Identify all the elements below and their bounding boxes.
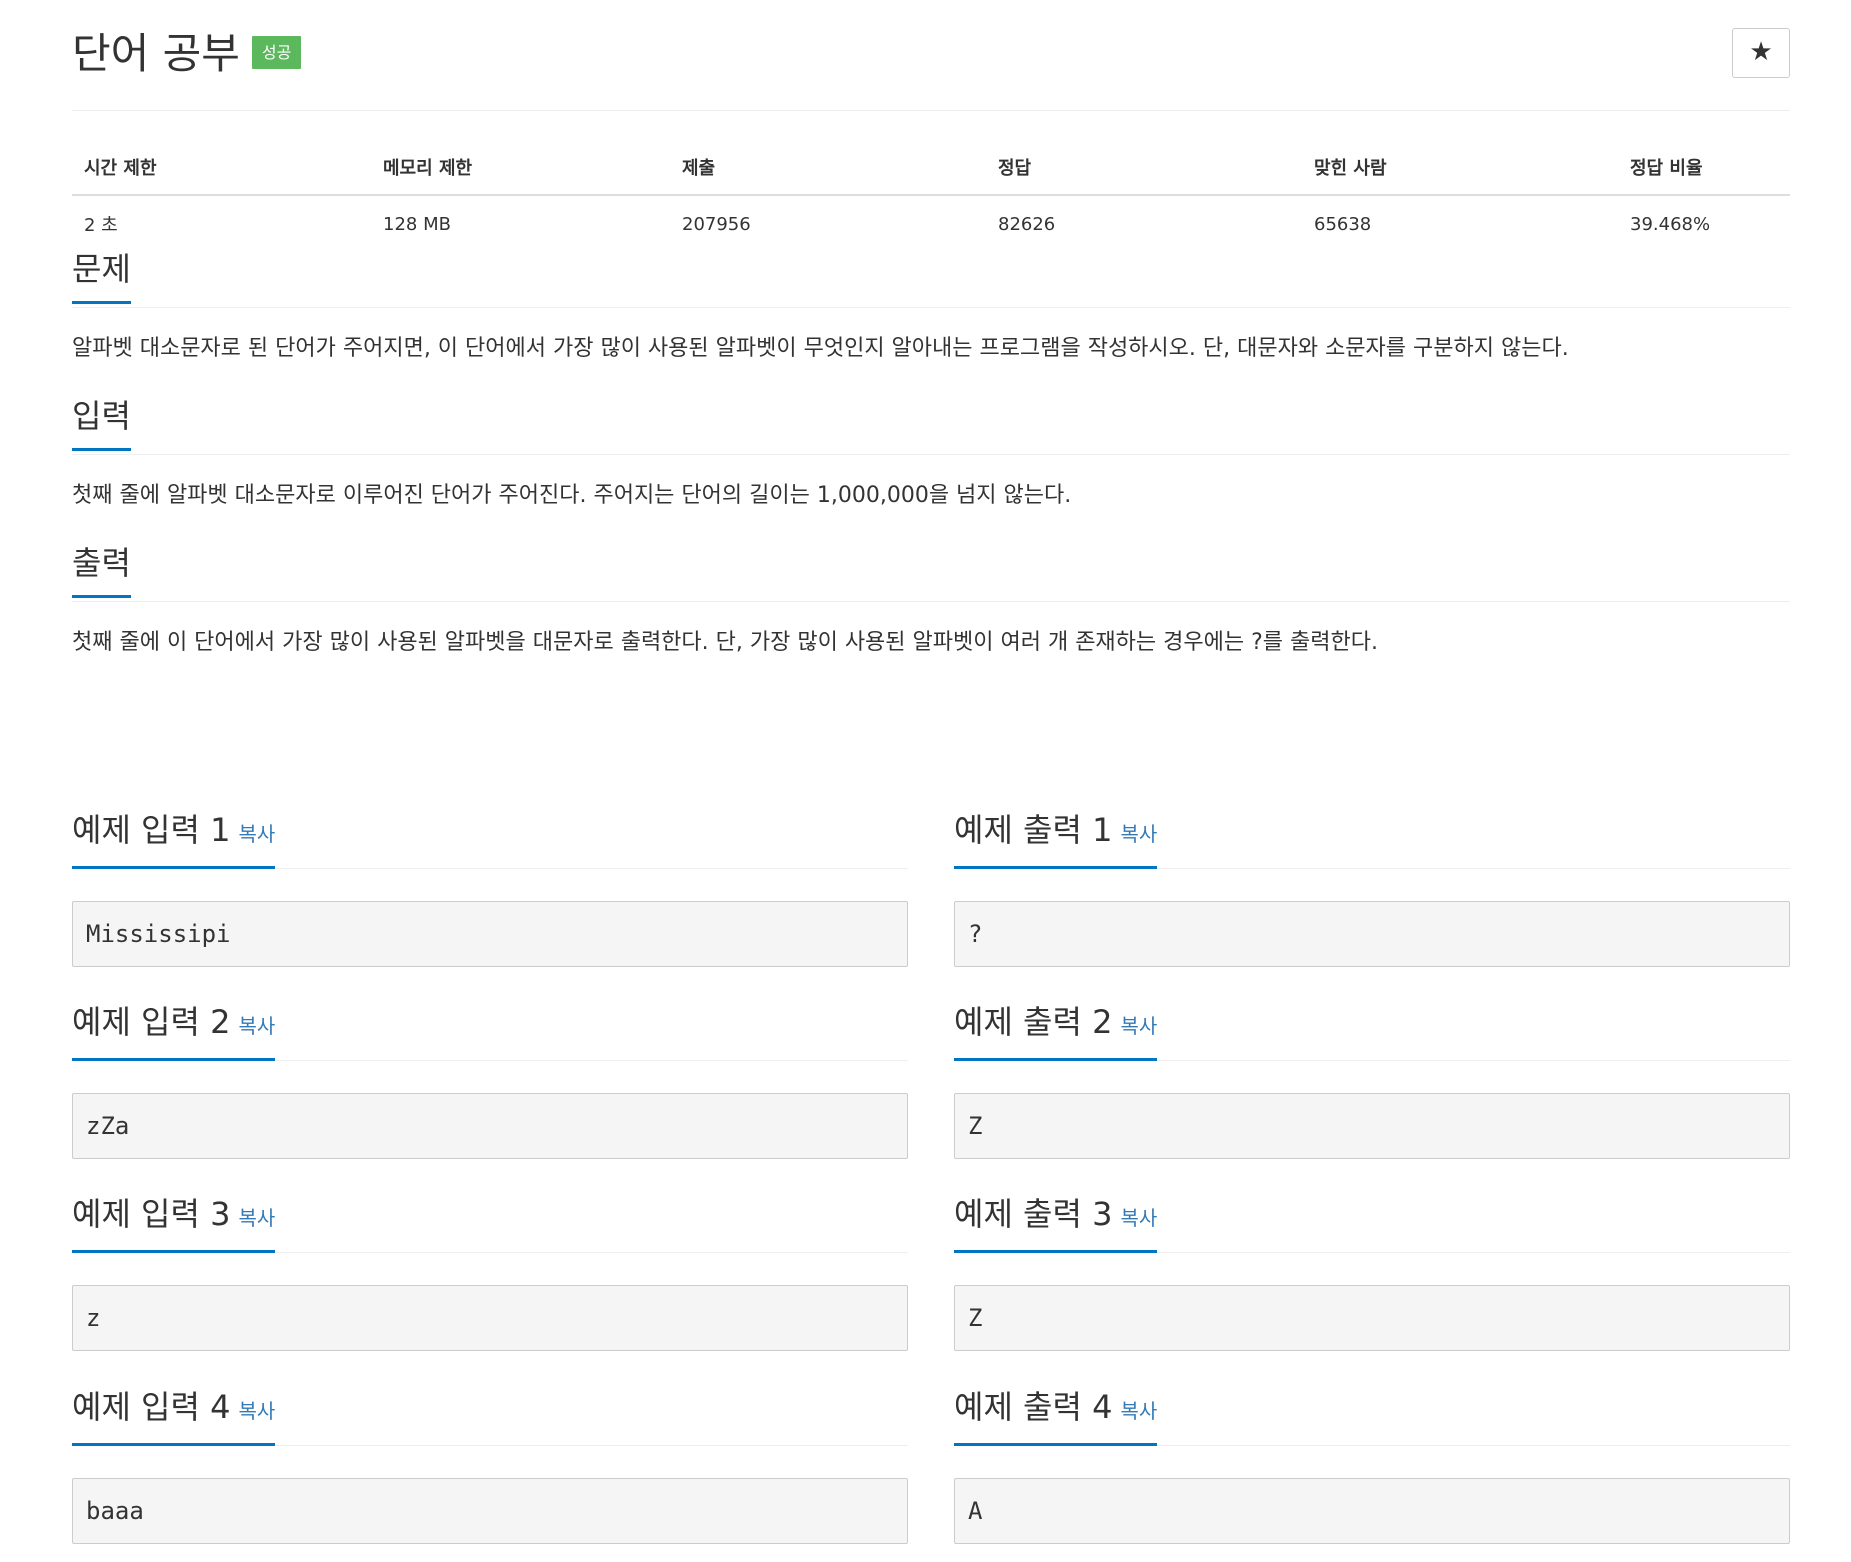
sample-output-3: 예제 출력 3 복사 Z (954, 1192, 1790, 1351)
sample-input-4: 예제 입력 4 복사 baaa (72, 1385, 908, 1544)
problem-page: 단어 공부 성공 ★ 시간 제한 메모리 제한 제출 정답 맞힌 사람 정답 비율… (72, 0, 1790, 1544)
solved-users-value[interactable]: 65638 (1302, 195, 1618, 252)
section-headline: 문제 (72, 247, 1790, 308)
sample-data-box: baaa (72, 1478, 908, 1544)
section-headline: 예제 출력 3 복사 (954, 1192, 1790, 1253)
sample-output-1: 예제 출력 1 복사 ? (954, 808, 1790, 967)
column-header-solved-users: 맞힌 사람 (1302, 140, 1618, 196)
problem-description: 알파벳 대소문자로 된 단어가 주어지면, 이 단어에서 가장 많이 사용된 알… (72, 336, 1569, 361)
section-headline: 예제 입력 1 복사 (72, 808, 908, 869)
column-header-accept-ratio: 정답 비율 (1618, 140, 1790, 196)
accept-ratio-value: 39.468% (1630, 213, 1711, 235)
copy-button[interactable]: 복사 (238, 1399, 275, 1423)
sample-output-title: 예제 출력 4 (954, 1388, 1113, 1426)
sample-output-heading: 예제 출력 1 복사 (954, 808, 1158, 869)
column-header-memory-limit: 메모리 제한 (371, 140, 670, 196)
problem-title-row: 단어 공부 성공 (72, 28, 302, 80)
problem-info-table: 시간 제한 메모리 제한 제출 정답 맞힌 사람 정답 비율 2 초 128 M… (72, 140, 1790, 252)
copy-button[interactable]: 복사 (1120, 1399, 1157, 1423)
sample-input-title: 예제 입력 4 (72, 1388, 231, 1426)
sample-output-2: 예제 출력 2 복사 Z (954, 1000, 1790, 1159)
sample-data-box: zZa (72, 1093, 908, 1159)
column-header-submissions: 제출 (670, 140, 986, 196)
output-description: 첫째 줄에 이 단어에서 가장 많이 사용된 알파벳을 대문자로 출력한다. 단… (72, 630, 1378, 655)
sample-data-box: Z (954, 1093, 1790, 1159)
sample-output-4: 예제 출력 4 복사 A (954, 1385, 1790, 1544)
status-badge: 성공 (251, 36, 302, 69)
column-header-accepted: 정답 (986, 140, 1302, 196)
accepted-value: 82626 (998, 213, 1056, 235)
favorite-button[interactable]: ★ (1732, 28, 1790, 78)
submissions-value[interactable]: 207956 (670, 195, 986, 252)
table-row: 2 초 128 MB 207956 82626 65638 39.468% (72, 195, 1790, 252)
sample-input-title: 예제 입력 3 (72, 1195, 231, 1233)
time-limit-value: 2 초 (84, 215, 118, 236)
sample-output-title: 예제 출력 3 (954, 1195, 1113, 1233)
copy-button[interactable]: 복사 (238, 1206, 275, 1230)
sample-data-box: Z (954, 1285, 1790, 1351)
input-section: 입력 첫째 줄에 알파벳 대소문자로 이루어진 단어가 주어진다. 주어지는 단… (72, 394, 1790, 508)
sample-output-title: 예제 출력 2 (954, 1003, 1113, 1041)
copy-button[interactable]: 복사 (1120, 822, 1157, 846)
sample-output-heading: 예제 출력 2 복사 (954, 1000, 1158, 1061)
sample-input-title: 예제 입력 1 (72, 811, 231, 849)
output-section: 출력 첫째 줄에 이 단어에서 가장 많이 사용된 알파벳을 대문자로 출력한다… (72, 541, 1790, 655)
section-headline: 예제 출력 1 복사 (954, 808, 1790, 869)
page-title: 단어 공부 (72, 29, 240, 78)
input-description: 첫째 줄에 알파벳 대소문자로 이루어진 단어가 주어진다. 주어지는 단어의 … (72, 483, 1072, 508)
copy-button[interactable]: 복사 (1120, 1206, 1157, 1230)
output-heading: 출력 (72, 541, 131, 598)
column-header-time-limit: 시간 제한 (72, 140, 371, 196)
section-headline: 예제 입력 4 복사 (72, 1385, 908, 1446)
section-headline: 출력 (72, 541, 1790, 602)
memory-limit-value: 128 MB (383, 213, 451, 235)
copy-button[interactable]: 복사 (238, 822, 275, 846)
input-heading: 입력 (72, 394, 131, 451)
page-header: 단어 공부 성공 ★ (72, 0, 1790, 111)
table-header-row: 시간 제한 메모리 제한 제출 정답 맞힌 사람 정답 비율 (72, 140, 1790, 196)
sample-output-heading: 예제 출력 4 복사 (954, 1385, 1158, 1446)
sample-input-heading: 예제 입력 4 복사 (72, 1385, 276, 1446)
sample-data-box: Mississipi (72, 901, 908, 967)
sample-data-box: z (72, 1285, 908, 1351)
sample-input-1: 예제 입력 1 복사 Mississipi (72, 808, 908, 967)
sample-input-2: 예제 입력 2 복사 zZa (72, 1000, 908, 1159)
section-headline: 예제 출력 4 복사 (954, 1385, 1790, 1446)
sample-input-heading: 예제 입력 2 복사 (72, 1000, 276, 1061)
section-headline: 예제 입력 3 복사 (72, 1192, 908, 1253)
copy-button[interactable]: 복사 (1120, 1014, 1157, 1038)
star-icon: ★ (1749, 37, 1773, 67)
problem-section: 문제 알파벳 대소문자로 된 단어가 주어지면, 이 단어에서 가장 많이 사용… (72, 247, 1790, 361)
section-headline: 입력 (72, 394, 1790, 455)
problem-heading: 문제 (72, 247, 131, 304)
sample-input-heading: 예제 입력 1 복사 (72, 808, 276, 869)
sample-data-box: A (954, 1478, 1790, 1544)
sample-output-heading: 예제 출력 3 복사 (954, 1192, 1158, 1253)
section-headline: 예제 입력 2 복사 (72, 1000, 908, 1061)
sample-input-heading: 예제 입력 3 복사 (72, 1192, 276, 1253)
sample-data-box: ? (954, 901, 1790, 967)
sample-input-3: 예제 입력 3 복사 z (72, 1192, 908, 1351)
section-headline: 예제 출력 2 복사 (954, 1000, 1790, 1061)
sample-input-title: 예제 입력 2 (72, 1003, 231, 1041)
sample-output-title: 예제 출력 1 (954, 811, 1113, 849)
copy-button[interactable]: 복사 (238, 1014, 275, 1038)
